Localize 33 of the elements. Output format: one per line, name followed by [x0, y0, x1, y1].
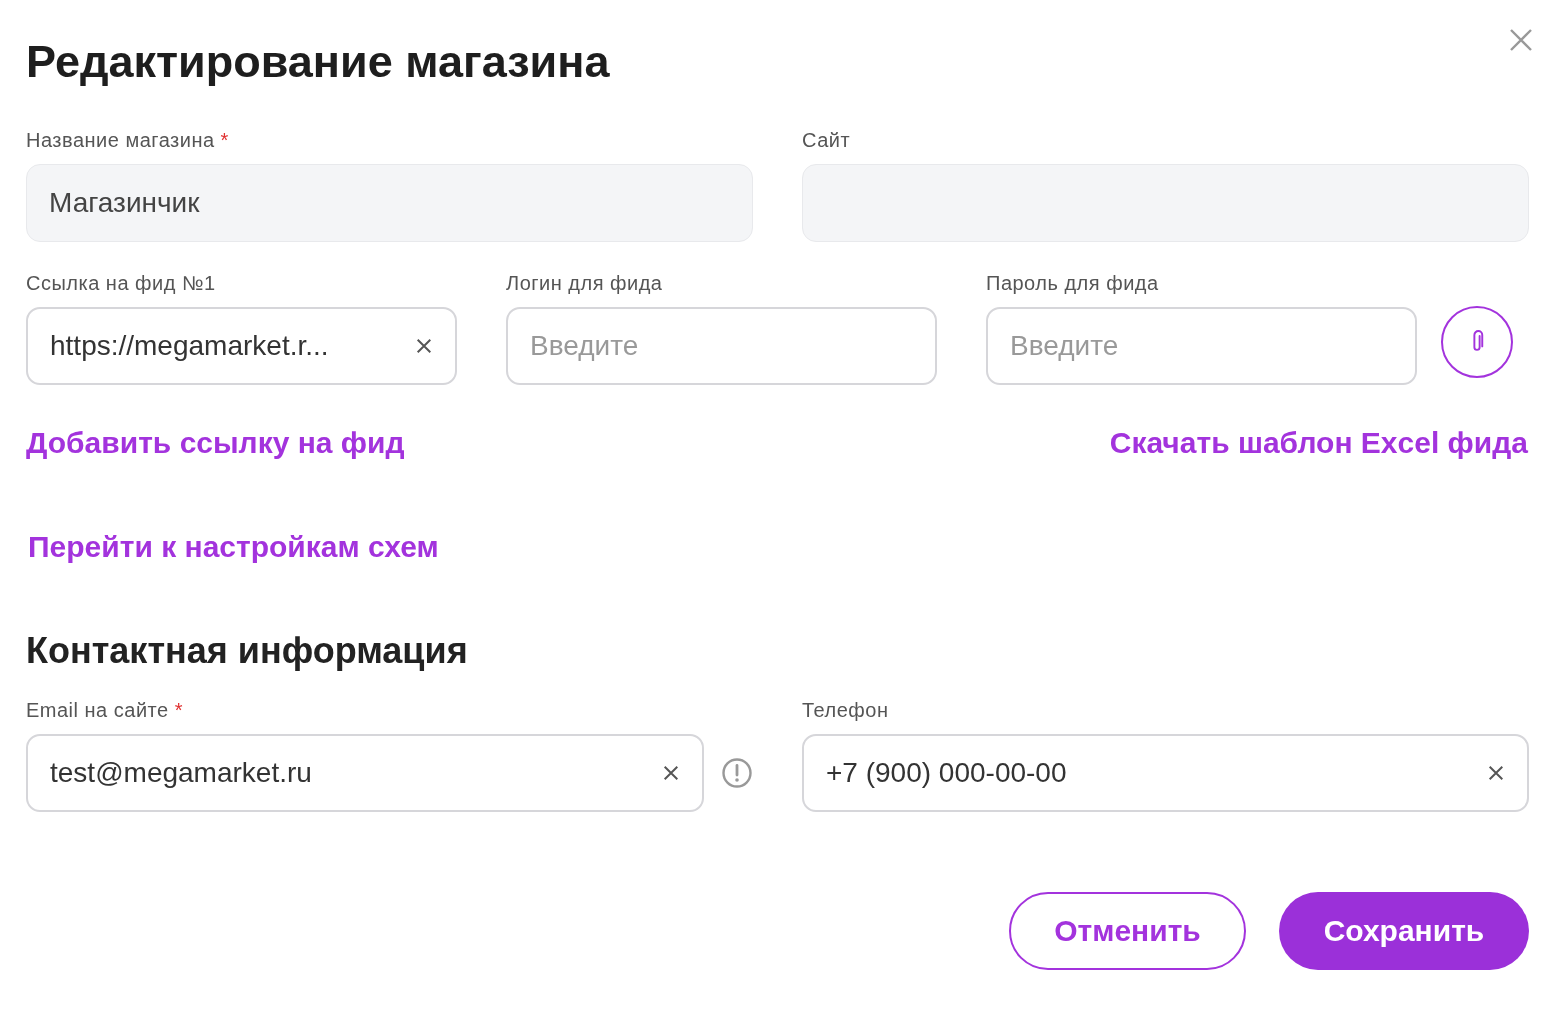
add-feed-link[interactable]: Добавить ссылку на фид — [26, 423, 405, 463]
text-field[interactable]: test@megamarket.ru — [26, 734, 704, 812]
field-value: Магазинчик — [49, 187, 201, 219]
warning-icon[interactable] — [721, 757, 753, 789]
field-value: https://megamarket.r... — [50, 330, 330, 362]
field-label: Email на сайте — [26, 699, 169, 721]
save-button[interactable]: Сохранить — [1279, 892, 1529, 970]
clear-icon[interactable] — [415, 337, 433, 355]
field-label: Телефон — [802, 699, 889, 721]
field-label: Название магазина — [26, 129, 215, 151]
scheme-settings-link[interactable]: Перейти к настройкам схем — [28, 527, 439, 567]
required-mark: * — [174, 699, 183, 721]
dialog-title: Редактирование магазина — [26, 35, 610, 89]
field-label: Ссылка на фид №1 — [26, 272, 216, 294]
section-title: Контактная информация — [26, 629, 469, 673]
text-field[interactable]: Введите — [506, 307, 937, 385]
required-mark: * — [220, 129, 229, 151]
close-icon[interactable] — [1509, 28, 1533, 52]
placeholder-text: Введите — [530, 330, 640, 362]
clear-icon[interactable] — [662, 764, 680, 782]
text-field[interactable]: Магазинчик — [26, 164, 753, 242]
field-value: test@megamarket.ru — [50, 757, 313, 789]
placeholder-text: Введите — [1010, 330, 1120, 362]
text-field[interactable]: Введите — [986, 307, 1417, 385]
field-label: Сайт — [802, 129, 851, 151]
clear-icon[interactable] — [1487, 764, 1505, 782]
field-value: +7 (900) 000-00-00 — [826, 757, 1068, 789]
field-label: Логин для фида — [506, 272, 663, 294]
text-field[interactable]: https://megamarket.r... — [26, 307, 457, 385]
text-field[interactable]: +7 (900) 000-00-00 — [802, 734, 1529, 812]
download-template-link[interactable]: Скачать шаблон Excel фида — [1109, 423, 1528, 463]
field-label: Пароль для фида — [986, 272, 1159, 294]
cancel-button[interactable]: Отменить — [1009, 892, 1246, 970]
